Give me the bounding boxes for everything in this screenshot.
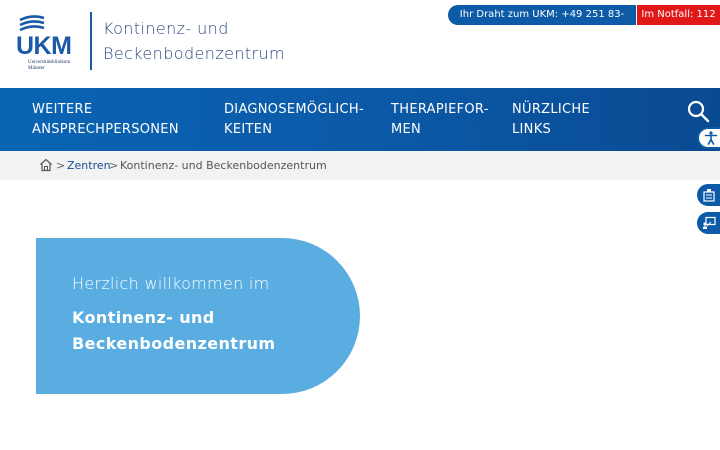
nav-item-nuetzliche-links[interactable]: NÜRZLICHE LINKS	[512, 100, 590, 140]
presentation-icon	[703, 216, 716, 229]
header-divider	[90, 12, 92, 70]
hospital-icon	[703, 189, 715, 202]
accessibility-icon	[704, 131, 718, 145]
presentation-button[interactable]	[697, 212, 720, 234]
hero-title: Kontinenz- und Beckenbodenzentrum	[72, 308, 276, 353]
site-title: Kontinenz- und Beckenbodenzentrum	[103, 19, 286, 63]
breadcrumb-home-icon[interactable]	[39, 158, 53, 172]
logo-wordmark: UKM	[16, 32, 72, 60]
nav-item-diagnosemoeglichkeiten[interactable]: DIAGNOSEMÖGLICH- KEITEN	[224, 100, 364, 140]
nav-item-weitere-ansprechpersonen[interactable]: WEITERE ANSPRECHPERSONEN	[32, 100, 179, 140]
breadcrumb-current: Kontinenz- und Beckenbodenzentrum	[120, 159, 327, 172]
breadcrumb-separator: >	[56, 159, 66, 172]
hospital-button[interactable]	[697, 184, 720, 206]
ukm-logo[interactable]: UKM Universitätsklinikum Münster	[16, 14, 86, 74]
hotline-button[interactable]: Ihr Draht zum UKM: +49 251 83-55555	[448, 5, 636, 40]
search-icon[interactable]	[686, 99, 710, 123]
accessibility-button[interactable]	[697, 127, 720, 149]
logo-subtitle: Universitätsklinikum Münster	[28, 60, 71, 71]
breadcrumb-link-zentren[interactable]: Zentren	[67, 159, 111, 173]
breadcrumb-separator: >	[109, 159, 119, 172]
emergency-button[interactable]: Im Notfall: 112	[637, 5, 720, 25]
nav-item-therapieformen[interactable]: THERAPIEFOR- MEN	[391, 100, 489, 140]
hero-welcome-text: Herzlich willkommen im	[72, 274, 270, 293]
